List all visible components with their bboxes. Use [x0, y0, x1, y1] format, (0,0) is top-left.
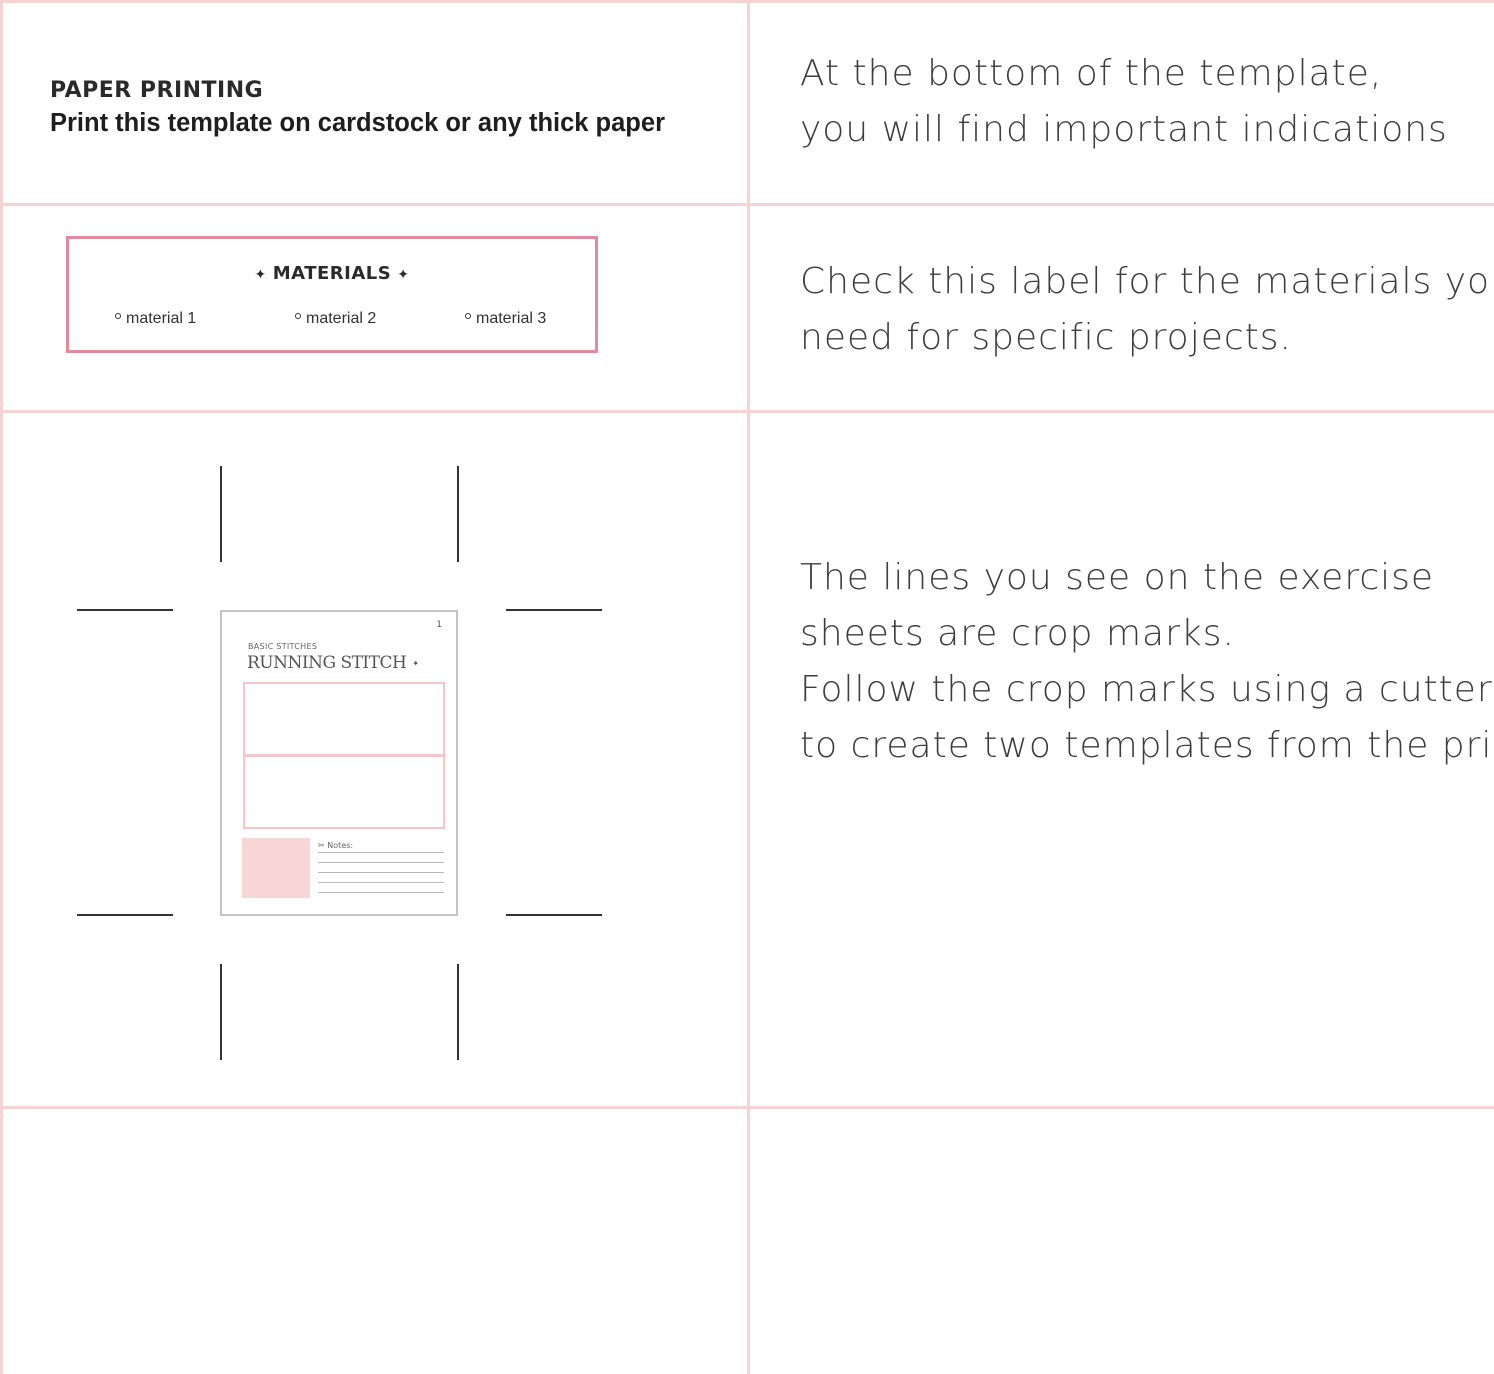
page-number: 1	[436, 620, 442, 630]
template-title: RUNNING STITCH ✦	[247, 653, 419, 673]
bullet-icon	[295, 313, 301, 319]
notes-line	[318, 892, 444, 893]
crop-mark	[506, 914, 602, 916]
material-item: material 2	[295, 310, 376, 328]
grid-divider-vertical	[747, 0, 750, 1374]
instruction-line: The lines you see on the exercise	[800, 557, 1435, 598]
instruction-crop-marks: The lines you see on the exercise sheets…	[800, 550, 1494, 774]
star-icon: ✦	[412, 659, 419, 668]
bullet-icon	[465, 313, 471, 319]
material-item: material 3	[465, 310, 546, 328]
instruction-line: sheets are crop marks.	[800, 613, 1235, 654]
grid-divider-row-1	[0, 203, 1494, 206]
bullet-icon	[115, 313, 121, 319]
star-icon: ✦	[254, 267, 267, 283]
crop-mark	[457, 964, 459, 1060]
instruction-line: to create two templates from the print.	[800, 725, 1494, 766]
crop-mark	[77, 609, 173, 611]
notes-line	[318, 882, 444, 883]
material-item-label: material 1	[126, 310, 197, 327]
instruction-bottom-indications: At the bottom of the template, you will …	[800, 46, 1448, 158]
instruction-line: you will find important indications	[800, 109, 1448, 150]
color-swatch	[242, 838, 310, 898]
instruction-line: need for specific projects.	[800, 317, 1292, 358]
notes-line	[318, 872, 444, 873]
notes-line	[318, 852, 444, 853]
materials-title-text: MATERIALS	[272, 263, 392, 284]
material-item: material 1	[115, 310, 196, 328]
instruction-line: Check this label for the materials you'l…	[800, 261, 1494, 302]
template-preview: 1 BASIC STITCHES RUNNING STITCH ✦ ✂ Notes…	[220, 610, 458, 916]
materials-title: ✦ MATERIALS ✦	[69, 263, 595, 284]
crop-mark	[220, 964, 222, 1060]
notes-icon: ✂	[318, 841, 325, 850]
star-icon: ✦	[397, 267, 410, 283]
material-item-label: material 3	[476, 310, 547, 327]
exercise-box	[243, 755, 445, 829]
exercise-box	[243, 682, 445, 756]
crop-mark	[506, 609, 602, 611]
grid-divider-row-2	[0, 410, 1494, 413]
notes-label: ✂ Notes:	[318, 841, 353, 850]
crop-mark	[77, 914, 173, 916]
instruction-materials-label: Check this label for the materials you'l…	[800, 254, 1494, 366]
instruction-line: At the bottom of the template,	[800, 53, 1383, 94]
page-subtitle: Print this template on cardstock or any …	[50, 109, 665, 137]
template-title-text: RUNNING STITCH	[247, 653, 407, 673]
grid-divider-row-3	[0, 1106, 1494, 1109]
material-item-label: material 2	[306, 310, 377, 327]
grid-divider-left	[0, 0, 3, 1374]
grid-divider-top	[0, 0, 1494, 3]
instruction-line: Follow the crop marks using a cutter	[800, 669, 1493, 710]
page-title: PAPER PRINTING	[50, 78, 264, 103]
notes-line	[318, 862, 444, 863]
materials-label: ✦ MATERIALS ✦ material 1 material 2 materi…	[66, 236, 598, 353]
notes-label-text: Notes:	[327, 841, 354, 850]
template-category: BASIC STITCHES	[248, 642, 318, 651]
crop-mark	[457, 466, 459, 562]
crop-mark	[220, 466, 222, 562]
